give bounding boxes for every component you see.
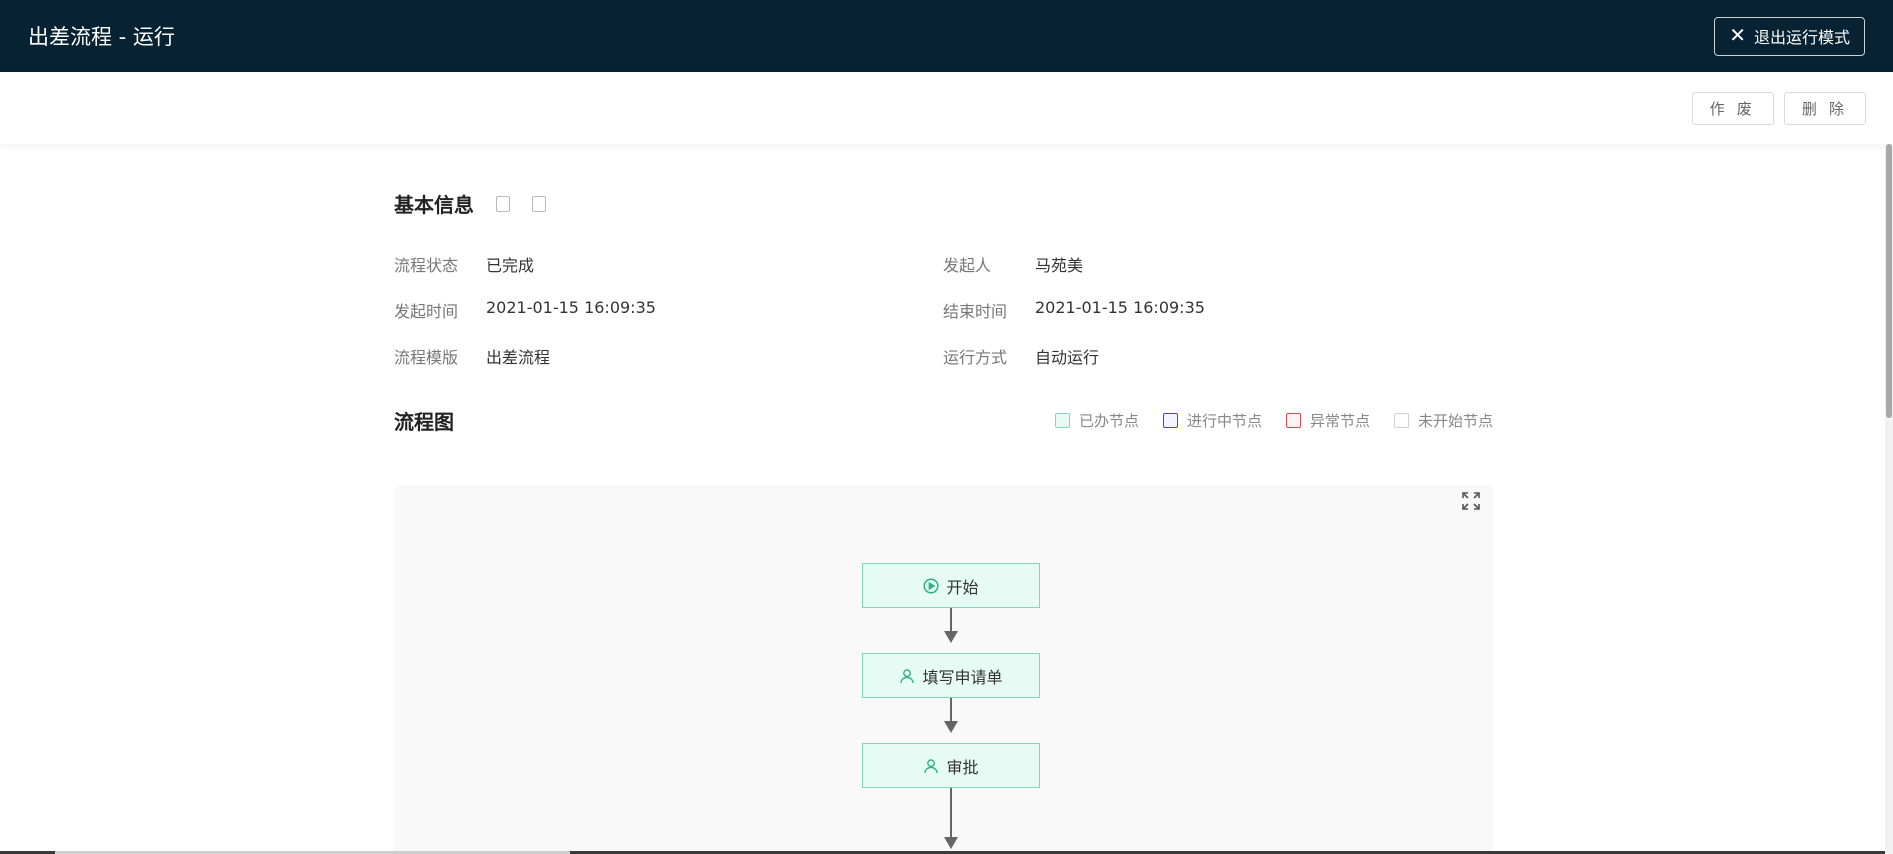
info-value: 自动运行 (1035, 348, 1100, 367)
basic-info-header: 基本信息 (394, 189, 546, 218)
legend-item-done: 已办节点 (1054, 410, 1139, 431)
info-row: 发起时间 2021-01-15 16:09:35 结束时间 2021-01-15… (394, 298, 1493, 344)
basic-info-grid: 流程状态 已完成 发起人 马苑美 发起时间 2021-01-15 16:09:3… (394, 252, 1493, 390)
info-label: 发起人 (943, 256, 992, 275)
info-label: 结束时间 (943, 302, 1008, 321)
info-label: 运行方式 (943, 348, 1008, 367)
legend-swatch (1054, 413, 1070, 428)
user-icon (900, 668, 915, 683)
legend-label: 进行中节点 (1186, 412, 1262, 430)
action-bar: 作 废 删 除 (0, 72, 1893, 144)
flow-title: 流程图 (394, 410, 454, 434)
flow-node-start[interactable]: 开始 (862, 563, 1040, 608)
delete-button[interactable]: 删 除 (1783, 91, 1866, 125)
info-row: 流程模版 出差流程 运行方式 自动运行 (394, 344, 1493, 390)
exit-run-mode-button[interactable]: ✕ 退出运行模式 (1714, 16, 1865, 56)
info-label: 发起时间 (394, 302, 459, 321)
legend-label: 未开始节点 (1417, 412, 1493, 430)
flow-node-label: 填写申请单 (922, 667, 1003, 687)
flow-legend: 已办节点 进行中节点 异常节点 未开始节点 (1054, 410, 1493, 431)
document-icon[interactable] (496, 195, 510, 212)
legend-item-in-progress: 进行中节点 (1162, 410, 1262, 431)
flow-arrowhead (944, 721, 958, 733)
document-settings-icon[interactable] (532, 195, 546, 212)
flow-arrow (950, 608, 952, 632)
info-label: 流程模版 (394, 348, 459, 367)
void-button[interactable]: 作 废 (1691, 91, 1774, 125)
info-value: 出差流程 (486, 348, 551, 367)
legend-label: 异常节点 (1309, 412, 1370, 430)
user-icon (924, 758, 939, 773)
vertical-scrollbar-thumb[interactable] (1886, 144, 1892, 418)
page-title: 出差流程 - 运行 (28, 25, 175, 49)
info-value: 已完成 (486, 256, 535, 275)
close-icon: ✕ (1729, 25, 1746, 47)
legend-swatch (1162, 413, 1178, 428)
basic-info-title: 基本信息 (394, 193, 474, 217)
legend-swatch (1285, 413, 1301, 428)
flow-arrowhead (944, 837, 958, 849)
flow-arrow (950, 698, 952, 722)
info-row: 流程状态 已完成 发起人 马苑美 (394, 252, 1493, 298)
info-value: 2021-01-15 16:09:35 (1035, 298, 1205, 317)
vertical-scrollbar[interactable] (1885, 144, 1893, 854)
legend-swatch (1393, 413, 1409, 428)
flow-canvas[interactable]: 开始 填写申请单 审批 (394, 485, 1493, 854)
legend-item-error: 异常节点 (1285, 410, 1370, 431)
flow-node-fill-application[interactable]: 填写申请单 (862, 653, 1040, 698)
info-label: 流程状态 (394, 256, 459, 275)
flow-node-label: 开始 (946, 577, 979, 597)
play-circle-icon (923, 577, 940, 594)
flow-header: 流程图 已办节点 进行中节点 异常节点 未开始节点 (394, 406, 1493, 435)
fullscreen-icon[interactable] (1461, 491, 1481, 511)
flow-arrowhead (944, 631, 958, 643)
flow-node-label: 审批 (946, 757, 979, 777)
info-value: 马苑美 (1035, 256, 1084, 275)
info-value: 2021-01-15 16:09:35 (486, 298, 656, 317)
legend-item-not-started: 未开始节点 (1393, 410, 1493, 431)
flow-arrow (950, 788, 952, 838)
flow-node-approval[interactable]: 审批 (862, 743, 1040, 788)
top-bar: 出差流程 - 运行 ✕ 退出运行模式 (0, 0, 1893, 72)
legend-label: 已办节点 (1078, 412, 1139, 430)
exit-run-mode-label: 退出运行模式 (1753, 30, 1850, 47)
